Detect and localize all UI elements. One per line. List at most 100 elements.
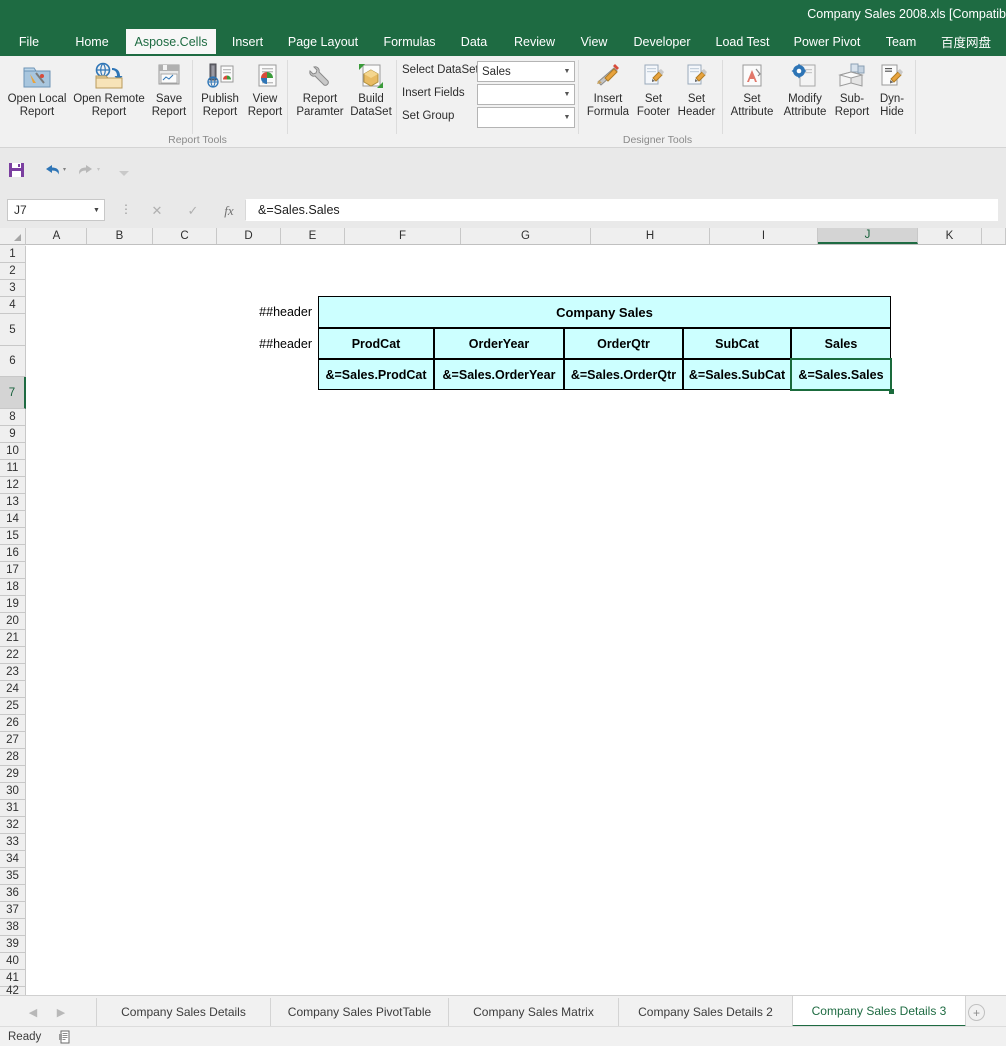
column-header-F[interactable]: F bbox=[345, 228, 461, 244]
ribbon-tab-formulas[interactable]: Formulas bbox=[377, 29, 442, 54]
dropdown-insert-fields[interactable]: ▼ bbox=[477, 84, 575, 105]
row-header-9[interactable]: 9 bbox=[0, 426, 26, 443]
column-header-I[interactable]: I bbox=[710, 228, 818, 244]
ribbon-tab-view[interactable]: View bbox=[574, 29, 614, 54]
ribbon-tab-aspose-cells[interactable]: Aspose.Cells bbox=[126, 29, 216, 54]
row-header-30[interactable]: 30 bbox=[0, 783, 26, 800]
sheet-tab[interactable]: Company Sales Details 2 bbox=[618, 998, 792, 1026]
header-marker-cell[interactable]: ##header bbox=[246, 296, 312, 328]
row-header-15[interactable]: 15 bbox=[0, 528, 26, 545]
row-header-17[interactable]: 17 bbox=[0, 562, 26, 579]
insert-formula-button[interactable]: Insert Formula bbox=[583, 59, 633, 119]
report-data-cell[interactable]: &=Sales.OrderYear bbox=[434, 359, 564, 390]
chevron-down-icon[interactable]: ▼ bbox=[560, 91, 574, 98]
chevron-down-icon[interactable]: ▼ bbox=[560, 68, 574, 75]
sub-report-button[interactable]: Sub- Report bbox=[831, 59, 873, 119]
sheet-tab[interactable]: Company Sales PivotTable bbox=[270, 998, 448, 1026]
row-header-28[interactable]: 28 bbox=[0, 749, 26, 766]
row-header-33[interactable]: 33 bbox=[0, 834, 26, 851]
report-data-cell[interactable]: &=Sales.OrderQtr bbox=[564, 359, 683, 390]
ribbon-tab-load-test[interactable]: Load Test bbox=[712, 29, 773, 54]
report-header-cell[interactable]: OrderQtr bbox=[564, 328, 683, 359]
row-header-37[interactable]: 37 bbox=[0, 902, 26, 919]
row-header-23[interactable]: 23 bbox=[0, 664, 26, 681]
cell-area[interactable]: ##header ##header Company Sales ProdCat Orde… bbox=[27, 246, 1006, 995]
row-header-29[interactable]: 29 bbox=[0, 766, 26, 783]
row-header-39[interactable]: 39 bbox=[0, 936, 26, 953]
row-header-26[interactable]: 26 bbox=[0, 715, 26, 732]
ribbon-tab-page-layout[interactable]: Page Layout bbox=[280, 29, 366, 54]
save-icon[interactable] bbox=[8, 161, 26, 184]
ribbon-tab-review[interactable]: Review bbox=[506, 29, 563, 54]
insert-function-icon[interactable]: fx bbox=[216, 200, 242, 221]
open-remote-report-button[interactable]: Open Remote Report bbox=[71, 59, 147, 119]
save-report-button[interactable]: Save Report bbox=[147, 59, 191, 119]
report-data-cell[interactable]: &=Sales.Sales bbox=[791, 359, 891, 390]
column-header-J[interactable]: J bbox=[818, 228, 918, 244]
report-data-cell[interactable]: &=Sales.ProdCat bbox=[318, 359, 434, 390]
open-local-report-button[interactable]: Open Local Report bbox=[3, 59, 71, 119]
chevron-down-icon[interactable]: ▼ bbox=[560, 114, 574, 121]
sheet-tab[interactable]: Company Sales Matrix bbox=[448, 998, 618, 1026]
row-header-5[interactable]: 5 bbox=[0, 314, 26, 346]
ribbon-tab-data[interactable]: Data bbox=[455, 29, 493, 54]
report-header-cell[interactable]: ProdCat bbox=[318, 328, 434, 359]
column-header-A[interactable]: A bbox=[27, 228, 87, 244]
redo-icon[interactable] bbox=[78, 161, 104, 182]
column-header-blank[interactable] bbox=[982, 228, 1006, 244]
row-header-16[interactable]: 16 bbox=[0, 545, 26, 562]
column-header-B[interactable]: B bbox=[87, 228, 153, 244]
ribbon-tab-team[interactable]: Team bbox=[881, 29, 921, 54]
select-all-corner[interactable] bbox=[0, 228, 26, 245]
row-header-27[interactable]: 27 bbox=[0, 732, 26, 749]
name-box[interactable]: J7 ▼ bbox=[7, 199, 105, 221]
row-header-38[interactable]: 38 bbox=[0, 919, 26, 936]
accessibility-icon[interactable] bbox=[58, 1029, 74, 1045]
report-header-cell[interactable]: OrderYear bbox=[434, 328, 564, 359]
publish-report-button[interactable]: Publish Report bbox=[196, 59, 244, 119]
row-header-35[interactable]: 35 bbox=[0, 868, 26, 885]
undo-icon[interactable] bbox=[42, 161, 68, 182]
set-header-button[interactable]: Set Header bbox=[672, 59, 721, 119]
modify-attribute-button[interactable]: Modify Attribute bbox=[777, 59, 833, 119]
row-header-10[interactable]: 10 bbox=[0, 443, 26, 460]
row-header-19[interactable]: 19 bbox=[0, 596, 26, 613]
row-header-36[interactable]: 36 bbox=[0, 885, 26, 902]
dropdown-set-group[interactable]: ▼ bbox=[477, 107, 575, 128]
header-marker-cell[interactable]: ##header bbox=[246, 328, 312, 359]
column-header-D[interactable]: D bbox=[217, 228, 281, 244]
sheet-tab[interactable]: Company Sales Details bbox=[96, 998, 270, 1026]
chevron-right-icon[interactable]: ▶ bbox=[50, 1002, 72, 1022]
column-header-C[interactable]: C bbox=[153, 228, 217, 244]
row-header-4[interactable]: 4 bbox=[0, 297, 26, 314]
row-header-2[interactable]: 2 bbox=[0, 263, 26, 280]
row-header-18[interactable]: 18 bbox=[0, 579, 26, 596]
set-attribute-button[interactable]: Set Attribute bbox=[724, 59, 780, 119]
build-dataset-button[interactable]: Build DataSet bbox=[347, 59, 395, 119]
row-header-12[interactable]: 12 bbox=[0, 477, 26, 494]
add-sheet-button[interactable]: + bbox=[968, 1004, 985, 1021]
row-header-8[interactable]: 8 bbox=[0, 409, 26, 426]
dropdown-select-dataset[interactable]: Sales ▼ bbox=[477, 61, 575, 82]
customize-qat-icon[interactable] bbox=[118, 164, 130, 182]
column-header-G[interactable]: G bbox=[461, 228, 591, 244]
column-header-E[interactable]: E bbox=[281, 228, 345, 244]
sheet-tab[interactable]: Company Sales Details 3 bbox=[792, 996, 966, 1027]
row-header-20[interactable]: 20 bbox=[0, 613, 26, 630]
formula-input[interactable]: &=Sales.Sales bbox=[245, 199, 998, 221]
row-header-1[interactable]: 1 bbox=[0, 246, 26, 263]
row-header-3[interactable]: 3 bbox=[0, 280, 26, 297]
row-header-34[interactable]: 34 bbox=[0, 851, 26, 868]
column-header-K[interactable]: K bbox=[918, 228, 982, 244]
ribbon-tab-developer[interactable]: Developer bbox=[623, 29, 701, 54]
ribbon-tab-home[interactable]: Home bbox=[64, 29, 120, 54]
report-header-cell[interactable]: SubCat bbox=[683, 328, 791, 359]
row-header-40[interactable]: 40 bbox=[0, 953, 26, 970]
chevron-left-icon[interactable]: ◀ bbox=[22, 1002, 44, 1022]
row-header-14[interactable]: 14 bbox=[0, 511, 26, 528]
chevron-down-icon[interactable]: ▼ bbox=[89, 207, 104, 214]
set-footer-button[interactable]: Set Footer bbox=[632, 59, 675, 119]
row-header-13[interactable]: 13 bbox=[0, 494, 26, 511]
ribbon-tab-insert[interactable]: Insert bbox=[225, 29, 270, 54]
dyn-hide-button[interactable]: Dyn- Hide bbox=[872, 59, 912, 119]
